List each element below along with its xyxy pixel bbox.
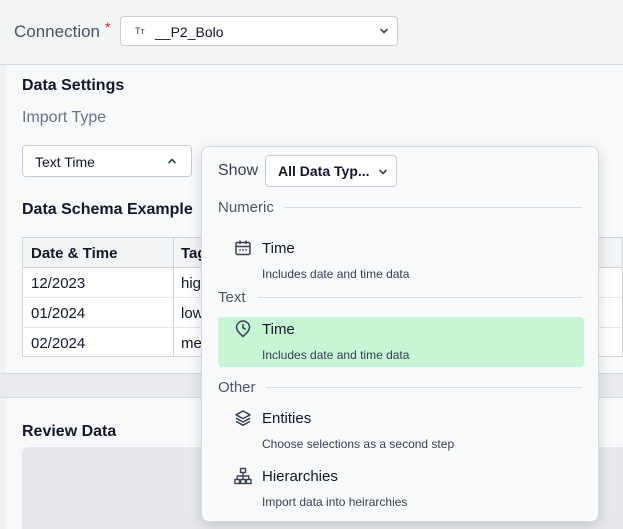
- required-marker: *: [105, 19, 111, 35]
- chevron-down-icon: [379, 169, 387, 175]
- option-title: Time: [262, 321, 295, 338]
- group-divider: [266, 387, 582, 388]
- option-hierarchies[interactable]: Hierarchies Import data into heirarchies: [218, 454, 584, 509]
- table-cell: 02/2024: [31, 335, 86, 352]
- connection-value: __P2_Bolo: [155, 24, 224, 40]
- option-entities[interactable]: Entities Choose selections as a second s…: [218, 396, 584, 451]
- option-description: Includes date and time data: [262, 267, 410, 281]
- import-type-value: Text Time: [35, 154, 95, 170]
- import-type-select[interactable]: Text Time: [22, 145, 192, 177]
- connection-select[interactable]: Tт __P2_Bolo: [120, 16, 398, 46]
- column-header-date-time: Date & Time: [31, 245, 118, 262]
- table-cell: me: [181, 335, 202, 352]
- show-label: Show: [218, 162, 259, 179]
- option-description: Import data into heirarchies: [262, 495, 408, 509]
- connection-label: Connection: [14, 22, 101, 41]
- table-cell: hig: [181, 275, 202, 292]
- hierarchy-icon: [234, 467, 252, 485]
- chevron-up-icon: [168, 158, 176, 164]
- clock-pin-icon: [235, 320, 251, 338]
- import-type-label: Import Type: [22, 109, 107, 126]
- layers-icon: [235, 410, 251, 426]
- data-settings-title: Data Settings: [22, 77, 125, 94]
- group-label-numeric: Numeric: [218, 199, 274, 216]
- group-label-other: Other: [218, 379, 256, 396]
- import-type-dropdown: Show All Data Typ... Numeric Time Includ…: [201, 146, 599, 522]
- review-data-title: Review Data: [22, 423, 117, 440]
- data-type-filter-value: All Data Typ...: [278, 163, 370, 179]
- option-description: Choose selections as a second step: [262, 437, 455, 451]
- data-schema-title: Data Schema Example: [22, 201, 193, 218]
- chevron-down-icon: [380, 28, 388, 34]
- option-title: Time: [262, 240, 295, 257]
- option-text-time[interactable]: Time Includes date and time data: [218, 317, 584, 367]
- data-type-filter-select[interactable]: All Data Typ...: [265, 155, 397, 187]
- option-description: Includes date and time data: [262, 348, 410, 362]
- calendar-icon: [235, 240, 251, 256]
- text-type-icon: Tт: [135, 26, 145, 36]
- group-divider: [284, 207, 582, 208]
- option-title: Entities: [262, 410, 312, 427]
- table-cell: 01/2024: [31, 305, 86, 322]
- option-numeric-time[interactable]: Time Includes date and time data: [218, 226, 584, 281]
- group-divider: [258, 297, 582, 298]
- group-label-text: Text: [218, 289, 246, 306]
- option-title: Hierarchies: [262, 468, 338, 485]
- table-cell: 12/2023: [31, 275, 86, 292]
